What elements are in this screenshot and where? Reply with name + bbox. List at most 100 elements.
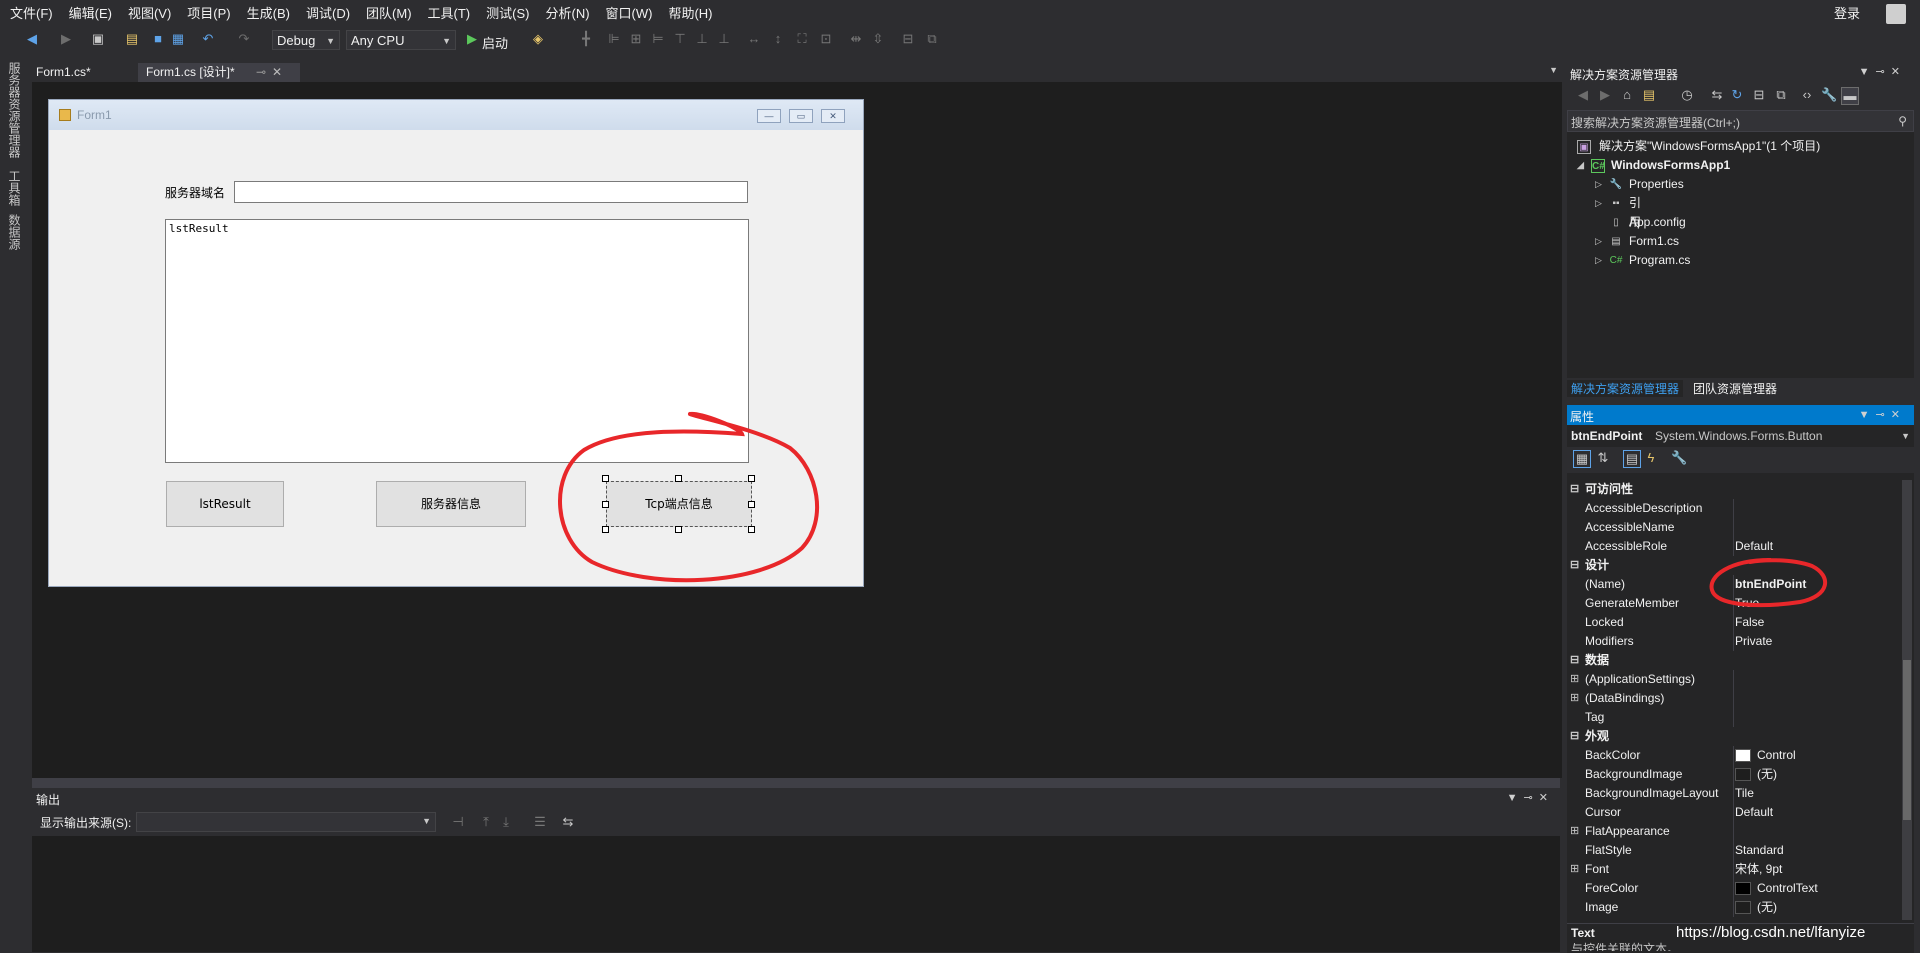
menu-item-0[interactable]: 文件(F) bbox=[2, 0, 61, 28]
pending-changes-filter-icon[interactable]: ◷ bbox=[1679, 87, 1695, 103]
tab-form1-designer[interactable]: Form1.cs [设计]* ⊸ ✕ bbox=[138, 63, 300, 82]
make-same-width-icon[interactable]: ↔ bbox=[746, 31, 762, 47]
resize-handle[interactable] bbox=[748, 475, 755, 482]
server-info-button[interactable]: 服务器信息 bbox=[376, 481, 526, 527]
property-row[interactable]: ⊞ Font 宋体, 9pt bbox=[1567, 860, 1901, 879]
switch-views-icon[interactable]: ▤ bbox=[1641, 87, 1657, 103]
align-bottoms-icon[interactable]: ⊥ bbox=[716, 31, 732, 47]
start-icon[interactable]: ▶ bbox=[464, 31, 480, 47]
tab-solution-explorer[interactable]: 解决方案资源管理器 bbox=[1567, 380, 1684, 397]
start-button-label[interactable]: 启动 bbox=[482, 33, 508, 52]
property-category[interactable]: ⊟ 数据 bbox=[1567, 651, 1901, 670]
property-value[interactable]: (无) bbox=[1757, 898, 1777, 917]
align-tops-icon[interactable]: ⊤ bbox=[672, 31, 688, 47]
property-row[interactable]: Image (无) bbox=[1567, 898, 1901, 917]
output-window-controls[interactable]: ▼⊸✕ bbox=[1507, 791, 1554, 804]
navigate-back-icon[interactable]: ◀ bbox=[24, 31, 40, 47]
next-message-icon[interactable]: ⤓ bbox=[498, 814, 514, 830]
property-value[interactable]: ControlText bbox=[1757, 879, 1818, 898]
expand-icon[interactable]: ⊞ bbox=[1570, 689, 1579, 708]
output-source-combo[interactable]: ▼ bbox=[136, 812, 436, 832]
collapse-all-icon[interactable]: ⊟ bbox=[1751, 87, 1767, 103]
tab-team-explorer[interactable]: 团队资源管理器 bbox=[1689, 380, 1781, 397]
align-rights-icon[interactable]: ⊨ bbox=[650, 31, 666, 47]
user-avatar-icon[interactable] bbox=[1886, 4, 1906, 24]
property-row[interactable]: (Name) btnEndPoint bbox=[1567, 575, 1901, 594]
open-file-icon[interactable]: ▤ bbox=[124, 31, 140, 47]
preview-selected-icon[interactable]: ▬ bbox=[1841, 87, 1859, 105]
collapse-icon[interactable]: ⊟ bbox=[1570, 556, 1579, 575]
menu-item-4[interactable]: 生成(B) bbox=[239, 0, 298, 28]
resize-handle[interactable] bbox=[602, 475, 609, 482]
panel-splitter[interactable] bbox=[32, 778, 1560, 788]
platform-combo[interactable]: Any CPU ▼ bbox=[346, 30, 456, 50]
redo-icon[interactable]: ↷ bbox=[236, 31, 252, 47]
property-category[interactable]: ⊟ 外观 bbox=[1567, 727, 1901, 746]
menu-item-10[interactable]: 窗口(W) bbox=[598, 0, 661, 28]
size-to-grid-icon[interactable]: ⊡ bbox=[818, 31, 834, 47]
tab-list-dropdown-icon[interactable]: ▼ bbox=[1549, 65, 1558, 75]
property-row[interactable]: Modifiers Private bbox=[1567, 632, 1901, 651]
menu-item-8[interactable]: 测试(S) bbox=[478, 0, 537, 28]
property-value[interactable]: Private bbox=[1735, 632, 1772, 651]
configuration-combo[interactable]: Debug ▼ bbox=[272, 30, 340, 50]
lst-result-button[interactable]: lstResult bbox=[166, 481, 284, 527]
property-row[interactable]: Locked False bbox=[1567, 613, 1901, 632]
center-horizontally-icon[interactable]: ⊟ bbox=[900, 31, 916, 47]
properties-object-selector[interactable]: btnEndPoint System.Windows.Forms.Button … bbox=[1567, 425, 1914, 447]
property-value[interactable]: False bbox=[1735, 613, 1764, 632]
properties-wrench-icon[interactable]: 🔧 bbox=[1821, 87, 1837, 103]
resize-handle[interactable] bbox=[602, 526, 609, 533]
categorized-icon[interactable]: ▦ bbox=[1573, 450, 1591, 468]
menu-item-6[interactable]: 团队(M) bbox=[358, 0, 420, 28]
collapse-icon[interactable]: ⊟ bbox=[1570, 727, 1579, 746]
tcp-endpoint-button[interactable]: Tcp端点信息 bbox=[606, 481, 752, 527]
word-wrap-icon[interactable]: ⇆ bbox=[560, 814, 576, 830]
menu-item-3[interactable]: 项目(P) bbox=[179, 0, 238, 28]
resize-handle[interactable] bbox=[748, 501, 755, 508]
layout-grid-icon[interactable]: ╋ bbox=[578, 31, 594, 47]
collapsed-arrow-icon[interactable]: ▷ bbox=[1595, 175, 1602, 194]
search-icon[interactable]: ⚲ bbox=[1898, 114, 1907, 128]
expand-icon[interactable]: ⊞ bbox=[1570, 670, 1579, 689]
server-explorer-tab[interactable]: 服务器资源管理器 bbox=[6, 62, 23, 158]
new-project-icon[interactable]: ▣ bbox=[90, 31, 106, 47]
menu-item-2[interactable]: 视图(V) bbox=[120, 0, 179, 28]
solution-explorer-window-controls[interactable]: ▼⊸✕ bbox=[1859, 65, 1906, 78]
resize-handle[interactable] bbox=[748, 526, 755, 533]
alphabetical-icon[interactable]: ⇅ bbox=[1595, 450, 1611, 466]
property-row[interactable]: Cursor Default bbox=[1567, 803, 1901, 822]
property-value[interactable]: btnEndPoint bbox=[1735, 575, 1806, 594]
menu-item-1[interactable]: 编辑(E) bbox=[61, 0, 120, 28]
save-all-icon[interactable]: ▦ bbox=[170, 31, 186, 47]
property-row[interactable]: AccessibleRole Default bbox=[1567, 537, 1901, 556]
sync-icon[interactable]: ⇆ bbox=[1709, 87, 1725, 103]
view-code-icon[interactable]: ‹› bbox=[1799, 87, 1815, 103]
align-lefts-icon[interactable]: ⊫ bbox=[606, 31, 622, 47]
property-row[interactable]: ForeColor ControlText bbox=[1567, 879, 1901, 898]
property-value[interactable]: Tile bbox=[1735, 784, 1754, 803]
resize-handle[interactable] bbox=[675, 475, 682, 482]
close-icon[interactable]: ✕ bbox=[272, 63, 282, 82]
property-value[interactable]: (无) bbox=[1757, 765, 1777, 784]
property-pages-icon[interactable]: 🔧 bbox=[1671, 450, 1687, 466]
output-text-area[interactable] bbox=[32, 836, 1560, 952]
property-value[interactable]: Control bbox=[1757, 746, 1796, 765]
events-icon[interactable]: ϟ bbox=[1643, 450, 1659, 466]
forward-icon[interactable]: ▶ bbox=[1597, 87, 1613, 103]
refresh-icon[interactable]: ↻ bbox=[1729, 87, 1745, 103]
vertical-spacing-icon[interactable]: ⇳ bbox=[870, 31, 886, 47]
property-row[interactable]: AccessibleDescription bbox=[1567, 499, 1901, 518]
property-row[interactable]: ⊞ (DataBindings) bbox=[1567, 689, 1901, 708]
collapsed-arrow-icon[interactable]: ▷ bbox=[1595, 194, 1602, 213]
back-icon[interactable]: ◀ bbox=[1575, 87, 1591, 103]
data-sources-tab[interactable]: 数据源 bbox=[6, 214, 23, 250]
pin-icon[interactable]: ⊸ bbox=[256, 63, 266, 82]
menu-item-5[interactable]: 调试(D) bbox=[298, 0, 358, 28]
collapse-icon[interactable]: ⊟ bbox=[1570, 480, 1579, 499]
collapsed-arrow-icon[interactable]: ▷ bbox=[1595, 232, 1602, 251]
save-icon[interactable]: ■ bbox=[150, 31, 166, 47]
menu-item-11[interactable]: 帮助(H) bbox=[660, 0, 720, 28]
make-same-size-icon[interactable]: ⛶ bbox=[794, 31, 810, 47]
expanded-arrow-icon[interactable]: ◢ bbox=[1577, 156, 1584, 175]
